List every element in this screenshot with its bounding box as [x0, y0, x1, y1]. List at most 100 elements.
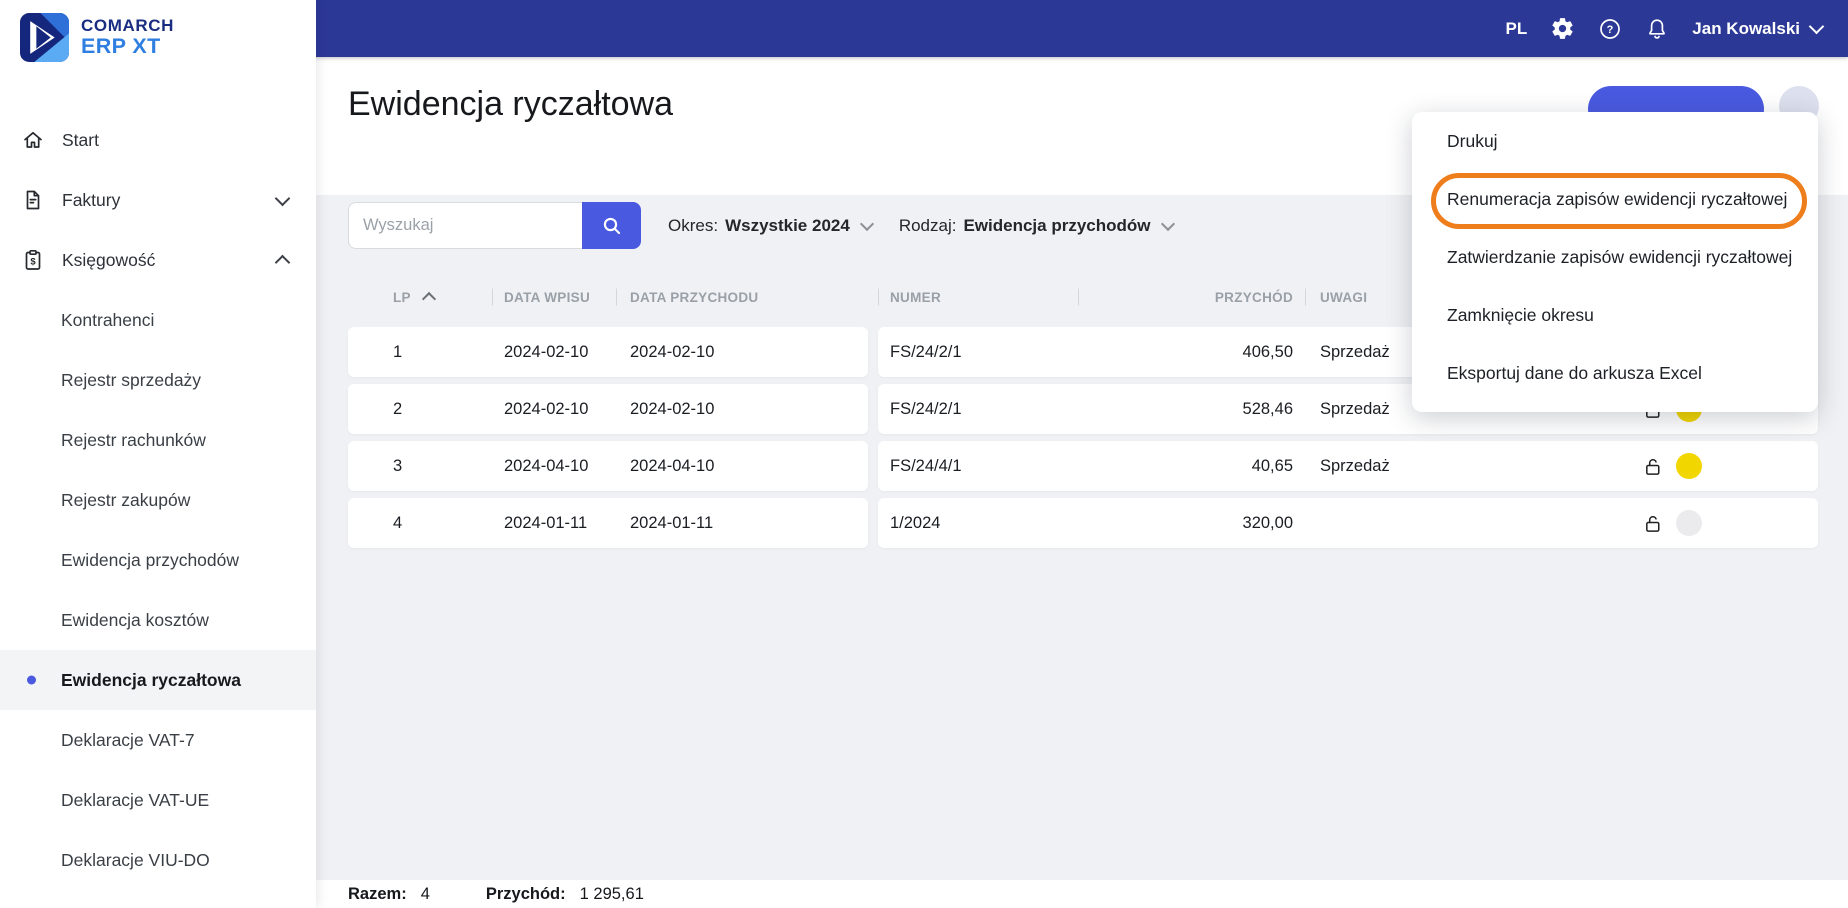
sidebar-item-ewidencja-przychodow[interactable]: Ewidencja przychodów: [0, 530, 316, 590]
sidebar-item-start[interactable]: Start: [0, 110, 316, 170]
type-filter-value: Ewidencja przychodów: [963, 215, 1151, 235]
cell-data-przychodu: 2024-02-10: [630, 399, 715, 418]
app-logo[interactable]: COMARCH ERP XT: [0, 0, 316, 62]
cell-lp: 4: [393, 513, 403, 532]
chevron-down-icon: [1808, 18, 1825, 34]
sidebar-item-label: Księgowość: [62, 249, 156, 270]
brand-text: COMARCH ERP XT: [81, 16, 174, 59]
notifications-button[interactable]: [1645, 17, 1669, 41]
cell-lp: 2: [393, 399, 403, 418]
cell-numer: 1/2024: [890, 513, 941, 532]
help-button[interactable]: ?: [1598, 17, 1622, 41]
cell-przychod: 406,50: [1242, 342, 1293, 361]
sidebar-item-rejestr-sprzedazy[interactable]: Rejestr sprzedaży: [0, 350, 316, 410]
sidebar-item-label: Faktury: [62, 189, 121, 210]
sidebar-item-rejestr-zakupow[interactable]: Rejestr zakupów: [0, 470, 316, 530]
period-filter[interactable]: Okres: Wszystkie 2024: [668, 215, 874, 236]
chevron-down-icon: [274, 190, 291, 206]
column-header-przychod[interactable]: PRZYCHÓD: [1078, 280, 1305, 314]
user-name: Jan Kowalski: [1692, 18, 1800, 38]
active-item-dot-icon: [27, 675, 36, 685]
column-header-lp[interactable]: LP: [348, 280, 492, 314]
cell-data-przychodu: 2024-04-10: [630, 456, 715, 475]
chevron-down-icon: [859, 216, 874, 232]
sidebar-item-kontrahenci[interactable]: Kontrahenci: [0, 290, 316, 350]
help-icon: ?: [1600, 18, 1621, 39]
total-income-value: 1 295,61: [579, 884, 644, 903]
type-filter-label: Rodzaj:: [898, 215, 957, 235]
sidebar-item-label: Ewidencja ryczałtowa: [61, 669, 241, 690]
column-header-data-wpisu[interactable]: DATA WPISU: [492, 280, 616, 314]
sort-ascending-icon: [421, 291, 436, 307]
chevron-up-icon: [274, 254, 291, 270]
sidebar-item-faktury[interactable]: Faktury: [0, 170, 316, 230]
menu-item-zatwierdzanie[interactable]: Zatwierdzanie zapisów ewidencji ryczałto…: [1412, 228, 1818, 286]
cell-data-przychodu: 2024-01-11: [630, 513, 714, 532]
search-button[interactable]: [582, 202, 641, 249]
sidebar-item-label: Deklaracje VAT-UE: [61, 789, 210, 810]
table-row[interactable]: 3 2024-04-10 2024-04-10 FS/24/4/1 40,65 …: [348, 441, 1818, 491]
column-header-data-przychodu[interactable]: DATA PRZYCHODU: [616, 280, 878, 314]
sidebar-item-label: Ewidencja kosztów: [61, 609, 209, 630]
sidebar-item-deklaracje-vatue[interactable]: Deklaracje VAT-UE: [0, 770, 316, 830]
sidebar: COMARCH ERP XT Start Faktury $ Księgowoś…: [0, 0, 316, 908]
sidebar-item-label: Rejestr zakupów: [61, 489, 191, 510]
language-switcher[interactable]: PL: [1506, 19, 1528, 39]
unlock-icon[interactable]: [1643, 513, 1664, 533]
total-income-label: Przychód:: [485, 884, 566, 903]
svg-text:?: ?: [1607, 24, 1614, 36]
total-count-value: 4: [420, 884, 430, 903]
home-icon: [21, 128, 48, 152]
cell-lp: 1: [393, 342, 403, 361]
cell-data-wpisu: 2024-02-10: [504, 342, 589, 361]
menu-item-eksportuj-excel[interactable]: Eksportuj dane do arkusza Excel: [1412, 344, 1818, 402]
cell-przychod: 528,46: [1242, 399, 1293, 418]
cell-numer: FS/24/4/1: [890, 456, 962, 475]
cell-numer: FS/24/2/1: [890, 342, 962, 361]
total-count-label: Razem:: [348, 884, 407, 903]
table-row[interactable]: 4 2024-01-11 2024-01-11 1/2024 320,00: [348, 498, 1818, 548]
sidebar-nav: Start Faktury $ Księgowość Kontrahenci R…: [0, 110, 316, 890]
cell-przychod: 320,00: [1242, 513, 1293, 532]
unlock-icon[interactable]: [1643, 456, 1664, 476]
sidebar-item-label: Ewidencja przychodów: [61, 549, 240, 570]
context-menu: Drukuj Renumeracja zapisów ewidencji ryc…: [1412, 112, 1818, 412]
brand-line1: COMARCH: [81, 15, 174, 35]
menu-item-zamkniecie-okresu[interactable]: Zamknięcie okresu: [1412, 286, 1818, 344]
cell-data-wpisu: 2024-04-10: [504, 456, 589, 475]
column-header-numer[interactable]: NUMER: [878, 280, 1078, 314]
cell-data-wpisu: 2024-02-10: [504, 399, 589, 418]
search-input[interactable]: [348, 202, 582, 249]
sidebar-item-label: Deklaracje VAT-7: [61, 729, 195, 750]
sidebar-item-label: Deklaracje VIU-DO: [61, 849, 210, 870]
status-dot: [1676, 453, 1702, 479]
user-menu[interactable]: Jan Kowalski: [1692, 18, 1825, 39]
menu-item-drukuj[interactable]: Drukuj: [1412, 112, 1818, 170]
svg-text:$: $: [30, 257, 36, 268]
cell-data-wpisu: 2024-01-11: [504, 513, 588, 532]
comarch-logo-icon: [20, 13, 69, 62]
cell-data-przychodu: 2024-02-10: [630, 342, 715, 361]
chevron-down-icon: [1160, 216, 1175, 232]
bell-icon: [1649, 18, 1666, 39]
brand-line2: ERP XT: [81, 34, 161, 59]
invoice-icon: [21, 188, 48, 212]
type-filter[interactable]: Rodzaj: Ewidencja przychodów: [898, 215, 1175, 236]
sidebar-item-deklaracje-viudo[interactable]: Deklaracje VIU-DO: [0, 830, 316, 890]
sidebar-item-deklaracje-vat7[interactable]: Deklaracje VAT-7: [0, 710, 316, 770]
gear-icon: [1552, 18, 1573, 39]
cell-przychod: 40,65: [1251, 456, 1293, 475]
sidebar-item-ksiegowosc[interactable]: $ Księgowość: [0, 230, 316, 290]
sidebar-item-ewidencja-kosztow[interactable]: Ewidencja kosztów: [0, 590, 316, 650]
sidebar-item-label: Kontrahenci: [61, 309, 155, 330]
settings-button[interactable]: [1550, 16, 1575, 41]
menu-item-renumeracja[interactable]: Renumeracja zapisów ewidencji ryczałtowe…: [1412, 170, 1818, 228]
cell-uwagi: Sprzedaż: [1320, 456, 1390, 475]
sidebar-item-label: Rejestr sprzedaży: [61, 369, 202, 390]
sidebar-item-ewidencja-ryczaltowa[interactable]: Ewidencja ryczałtowa: [0, 650, 316, 710]
period-filter-label: Okres:: [668, 215, 719, 235]
search-icon: [603, 217, 620, 234]
filter-row: Okres: Wszystkie 2024 Rodzaj: Ewidencja …: [348, 202, 1175, 249]
sidebar-item-rejestr-rachunkow[interactable]: Rejestr rachunków: [0, 410, 316, 470]
sidebar-item-label: Rejestr rachunków: [61, 429, 206, 450]
